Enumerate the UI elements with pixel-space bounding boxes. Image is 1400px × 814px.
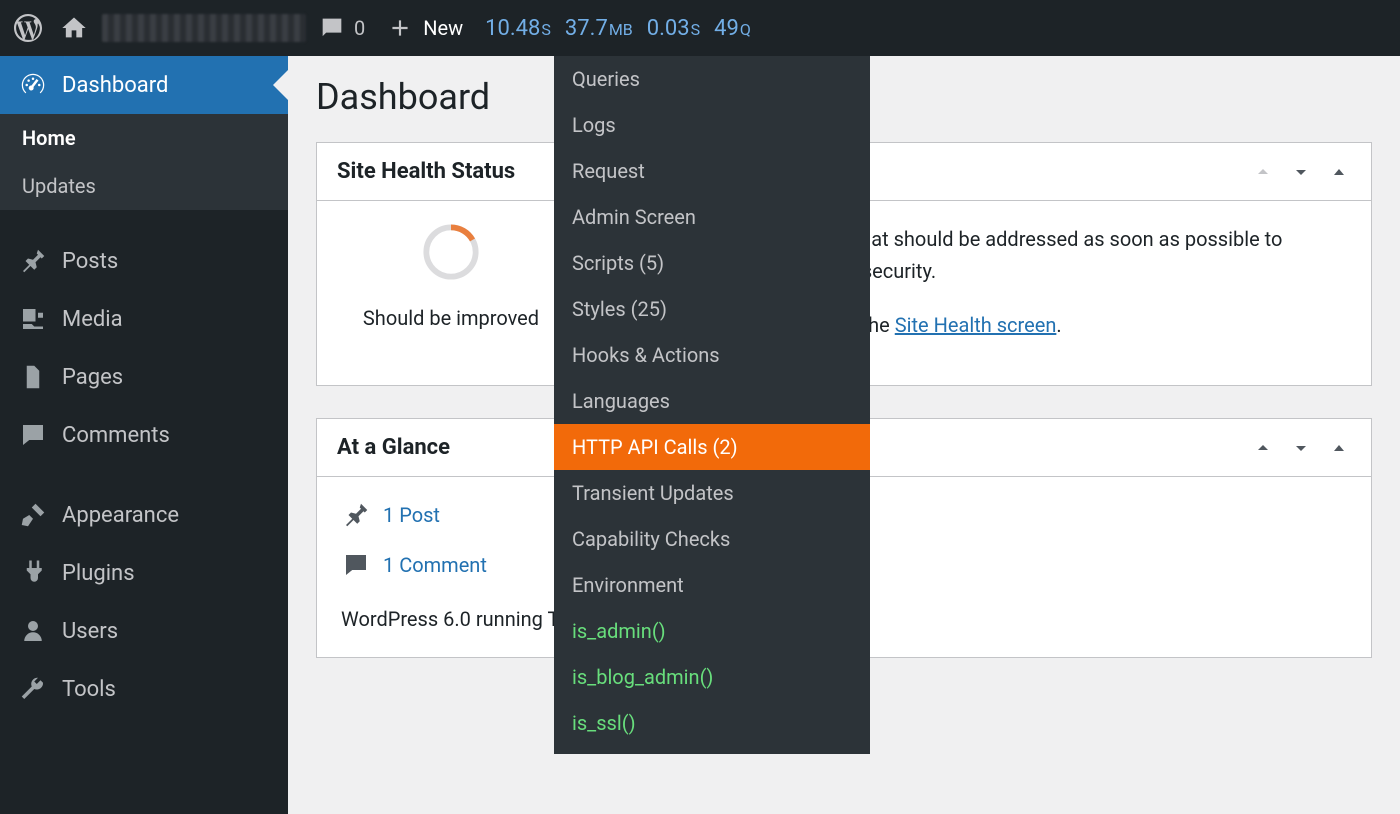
glance-posts: 1 Post xyxy=(341,499,440,531)
box-controls xyxy=(1251,436,1351,460)
move-up-icon[interactable] xyxy=(1251,436,1275,460)
qm-time[interactable]: 10.48S xyxy=(485,16,551,41)
sidebar-item-label: Plugins xyxy=(62,561,135,586)
sidebar-separator xyxy=(0,464,288,486)
plus-icon[interactable] xyxy=(387,15,413,41)
sidebar-item-appearance[interactable]: Appearance xyxy=(0,486,288,544)
sidebar-sub-updates[interactable]: Updates xyxy=(0,162,288,210)
sidebar-item-comments[interactable]: Comments xyxy=(0,406,288,464)
at-a-glance-heading: At a Glance xyxy=(337,435,450,460)
sidebar-separator xyxy=(0,210,288,232)
qm-menu-item[interactable]: Request xyxy=(554,148,870,194)
move-up-icon[interactable] xyxy=(1251,160,1275,184)
sidebar-item-plugins[interactable]: Plugins xyxy=(0,544,288,602)
current-arrow-icon xyxy=(273,69,289,101)
move-down-icon[interactable] xyxy=(1289,436,1313,460)
qm-menu-item[interactable]: Scripts (5) xyxy=(554,240,870,286)
qm-db-time[interactable]: 0.03S xyxy=(647,16,700,41)
comment-icon[interactable] xyxy=(318,14,346,42)
admin-bar: 0 New 10.48S 37.7MB 0.03S 49Q xyxy=(0,0,1400,56)
box-controls xyxy=(1251,160,1351,184)
qm-menu-item[interactable]: Logs xyxy=(554,102,870,148)
qm-query-count[interactable]: 49Q xyxy=(714,16,751,41)
qm-menu-item[interactable]: HTTP API Calls (2) xyxy=(554,424,870,470)
admin-sidebar: Dashboard Home Updates Posts Media Pages Co… xyxy=(0,56,288,814)
glance-comments-link[interactable]: 1 Comment xyxy=(383,549,487,581)
dashboard-icon xyxy=(18,70,48,100)
qm-menu-item[interactable]: Queries xyxy=(554,56,870,102)
sidebar-item-label: Appearance xyxy=(62,503,179,528)
toggle-icon[interactable] xyxy=(1327,160,1351,184)
query-monitor-menu: QueriesLogsRequestAdmin ScreenScripts (5… xyxy=(554,56,870,754)
comment-icon xyxy=(341,550,371,580)
site-health-gauge: Should be improved xyxy=(341,223,561,334)
toggle-icon[interactable] xyxy=(1327,436,1351,460)
site-health-heading: Site Health Status xyxy=(337,159,515,184)
sidebar-item-tools[interactable]: Tools xyxy=(0,660,288,718)
sidebar-item-label: Users xyxy=(62,619,118,644)
qm-menu-item[interactable]: Transient Updates xyxy=(554,470,870,516)
qm-menu-item[interactable]: Styles (25) xyxy=(554,286,870,332)
qm-menu-item[interactable]: is_blog_admin() xyxy=(554,654,870,700)
sidebar-item-label: Tools xyxy=(62,677,116,702)
sidebar-item-label: Media xyxy=(62,307,123,332)
sidebar-item-label: Posts xyxy=(62,249,118,274)
sidebar-item-pages[interactable]: Pages xyxy=(0,348,288,406)
wordpress-logo[interactable] xyxy=(12,12,44,44)
comment-icon xyxy=(18,420,48,450)
user-icon xyxy=(18,616,48,646)
pin-icon xyxy=(18,246,48,276)
qm-menu-item[interactable]: Hooks & Actions xyxy=(554,332,870,378)
sidebar-item-label: Comments xyxy=(62,423,170,448)
sidebar-sub-home[interactable]: Home xyxy=(0,114,288,162)
query-monitor-stats[interactable]: 10.48S 37.7MB 0.03S 49Q xyxy=(485,16,751,41)
sidebar-item-users[interactable]: Users xyxy=(0,602,288,660)
qm-menu-item[interactable]: Environment xyxy=(554,562,870,608)
qm-menu-item[interactable]: Languages xyxy=(554,378,870,424)
glance-comments: 1 Comment xyxy=(341,549,487,581)
home-icon[interactable] xyxy=(60,14,88,42)
sidebar-item-label: Pages xyxy=(62,365,123,390)
comment-count[interactable]: 0 xyxy=(354,16,365,40)
move-down-icon[interactable] xyxy=(1289,160,1313,184)
gauge-label: Should be improved xyxy=(341,302,561,334)
sidebar-item-media[interactable]: Media xyxy=(0,290,288,348)
qm-menu-item[interactable]: is_admin() xyxy=(554,608,870,654)
sidebar-item-label: Dashboard xyxy=(62,73,168,98)
sidebar-item-dashboard[interactable]: Dashboard xyxy=(0,56,288,114)
page-icon xyxy=(18,362,48,392)
site-health-link[interactable]: Site Health screen xyxy=(895,313,1057,337)
pin-icon xyxy=(341,500,371,530)
media-icon xyxy=(18,304,48,334)
glance-posts-link[interactable]: 1 Post xyxy=(383,499,440,531)
sidebar-item-posts[interactable]: Posts xyxy=(0,232,288,290)
new-button[interactable]: New xyxy=(423,16,463,40)
site-name-blurred[interactable] xyxy=(102,14,306,42)
qm-menu-item[interactable]: is_ssl() xyxy=(554,700,870,746)
qm-menu-item[interactable]: Capability Checks xyxy=(554,516,870,562)
brush-icon xyxy=(18,500,48,530)
plug-icon xyxy=(18,558,48,588)
qm-memory[interactable]: 37.7MB xyxy=(565,16,633,41)
qm-menu-item[interactable]: Admin Screen xyxy=(554,194,870,240)
gauge-icon xyxy=(422,223,480,281)
wrench-icon xyxy=(18,674,48,704)
